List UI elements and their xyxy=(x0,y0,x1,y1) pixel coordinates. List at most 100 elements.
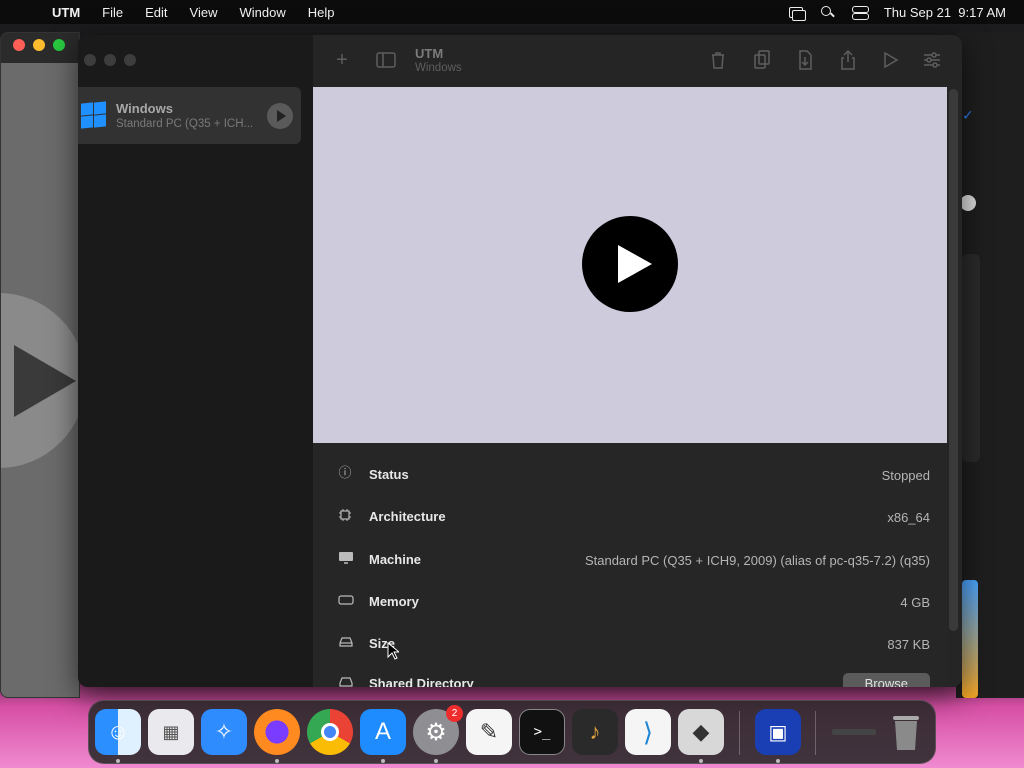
vm-list-item-windows[interactable]: Windows Standard PC (Q35 + ICH... xyxy=(78,87,301,144)
edit-settings-button[interactable] xyxy=(921,49,943,71)
utm-window: Windows Standard PC (Q35 + ICH... + UTM … xyxy=(78,35,962,687)
info-label: Machine xyxy=(369,552,422,567)
info-row-memory: Memory 4 GB xyxy=(313,580,947,622)
info-label: Status xyxy=(369,467,409,482)
utm-icon[interactable]: ▣ xyxy=(755,709,801,755)
menu-view[interactable]: View xyxy=(179,5,229,20)
vscode-icon[interactable]: ⟩ xyxy=(625,709,671,755)
info-label: Shared Directory xyxy=(369,676,474,687)
add-vm-button[interactable]: + xyxy=(331,49,353,71)
info-value: 4 GB xyxy=(900,595,930,610)
textedit-icon[interactable]: ✎ xyxy=(466,709,512,755)
system-settings-icon[interactable]: ⚙ 2 xyxy=(413,705,463,755)
info-circle-icon: ⓘ xyxy=(338,465,352,480)
delete-button[interactable] xyxy=(707,49,729,71)
finder-icon[interactable]: ☺ xyxy=(95,709,141,755)
window-title: UTM xyxy=(415,46,444,61)
cpu-chip-icon xyxy=(338,508,352,522)
toolbar: + UTM Windows xyxy=(313,35,962,87)
move-button[interactable] xyxy=(794,49,816,71)
minimized-window-icon[interactable] xyxy=(829,709,879,755)
running-indicator xyxy=(434,759,438,763)
info-label: Architecture xyxy=(369,509,446,524)
roblox-icon[interactable]: ◆ xyxy=(678,709,724,755)
menu-window[interactable]: Window xyxy=(228,5,296,20)
info-row-shared-directory: Shared Directory Browse xyxy=(313,662,947,687)
trash-icon xyxy=(712,52,724,69)
safari-icon[interactable]: ✧ xyxy=(201,709,247,755)
dock: ☺ ▦ ✧ A ⚙ 2 ✎ >_ ♪ ⟩ ◆ ▣ xyxy=(88,700,936,764)
info-row-machine: Machine Standard PC (Q35 + ICH9, 2009) (… xyxy=(313,538,947,580)
drive-icon xyxy=(338,635,353,649)
window-controls xyxy=(84,54,136,66)
run-button[interactable] xyxy=(879,49,901,71)
notification-badge: 2 xyxy=(446,705,463,722)
sidebar-toggle-icon xyxy=(376,52,396,68)
background-window-left xyxy=(0,32,80,698)
sliders-icon xyxy=(924,52,940,68)
start-vm-play-button[interactable] xyxy=(582,216,678,312)
checkmark-icon: ✓ xyxy=(962,107,974,123)
menu-app-name[interactable]: UTM xyxy=(44,5,91,20)
running-indicator xyxy=(275,759,279,763)
close-button[interactable] xyxy=(84,54,96,66)
sidebar-toggle-button[interactable] xyxy=(375,49,397,71)
vm-play-button[interactable] xyxy=(267,103,293,129)
screen-mirroring-icon[interactable] xyxy=(788,5,806,21)
window-subtitle: Windows xyxy=(415,62,462,74)
memory-icon xyxy=(338,593,354,607)
vm-preview[interactable] xyxy=(313,87,947,443)
dock-separator xyxy=(815,711,816,755)
vm-info-list: ⓘ Status Stopped Architecture x86_64 Mac… xyxy=(313,443,947,687)
side-panel xyxy=(962,254,980,462)
scrollbar[interactable] xyxy=(949,89,958,631)
windows-logo-icon xyxy=(81,101,107,129)
info-value: x86_64 xyxy=(887,510,930,525)
garageband-icon[interactable]: ♪ xyxy=(572,709,618,755)
spotlight-search-icon[interactable] xyxy=(820,5,836,19)
dock-separator xyxy=(739,711,740,755)
app-store-icon[interactable]: A xyxy=(360,709,406,755)
background-window-titlebar xyxy=(1,33,79,63)
large-play-icon xyxy=(1,293,79,468)
close-button[interactable] xyxy=(13,39,25,51)
firefox-icon[interactable] xyxy=(254,709,300,755)
clone-icon xyxy=(754,50,770,69)
clone-button[interactable] xyxy=(751,49,773,71)
minimize-button[interactable] xyxy=(104,54,116,66)
trash-icon[interactable] xyxy=(883,709,929,755)
minimize-button[interactable] xyxy=(33,39,45,51)
chrome-icon[interactable] xyxy=(307,709,353,755)
browse-button[interactable]: Browse xyxy=(842,673,930,687)
menu-bar: UTM File Edit View Window Help Thu Sep 2… xyxy=(0,0,1024,24)
running-indicator xyxy=(776,759,780,763)
info-row-status: ⓘ Status Stopped xyxy=(313,453,947,495)
menu-help[interactable]: Help xyxy=(297,5,346,20)
vm-subtitle: Standard PC (Q35 + ICH... xyxy=(116,118,254,130)
info-value: Stopped xyxy=(881,468,930,483)
info-row-architecture: Architecture x86_64 xyxy=(313,495,947,537)
vm-sidebar: Windows Standard PC (Q35 + ICH... xyxy=(78,35,313,687)
share-icon xyxy=(841,49,855,70)
share-button[interactable] xyxy=(837,49,859,71)
play-icon xyxy=(884,51,899,69)
info-label: Memory xyxy=(369,594,419,609)
document-arrow-icon xyxy=(799,50,812,70)
info-row-size: Size 837 KB xyxy=(313,622,947,664)
terminal-icon[interactable]: >_ xyxy=(519,709,565,755)
launchpad-icon[interactable]: ▦ xyxy=(148,709,194,755)
running-indicator xyxy=(381,759,385,763)
control-center-icon[interactable] xyxy=(851,5,869,20)
drive-icon xyxy=(338,675,353,687)
wallpaper-thumbnail xyxy=(962,580,978,698)
zoom-button[interactable] xyxy=(124,54,136,66)
menu-file[interactable]: File xyxy=(91,5,134,20)
menu-edit[interactable]: Edit xyxy=(134,5,178,20)
info-value: Standard PC (Q35 + ICH9, 2009) (alias of… xyxy=(584,553,930,568)
zoom-button[interactable] xyxy=(53,39,65,51)
vm-detail-pane: + UTM Windows ⓘ Status Stopped Architect… xyxy=(313,35,962,687)
menubar-clock[interactable]: Thu Sep 21 9:17 AM xyxy=(884,5,1006,20)
info-value: 837 KB xyxy=(887,637,930,652)
mouse-cursor-icon xyxy=(387,642,399,660)
vm-name: Windows xyxy=(116,101,173,116)
